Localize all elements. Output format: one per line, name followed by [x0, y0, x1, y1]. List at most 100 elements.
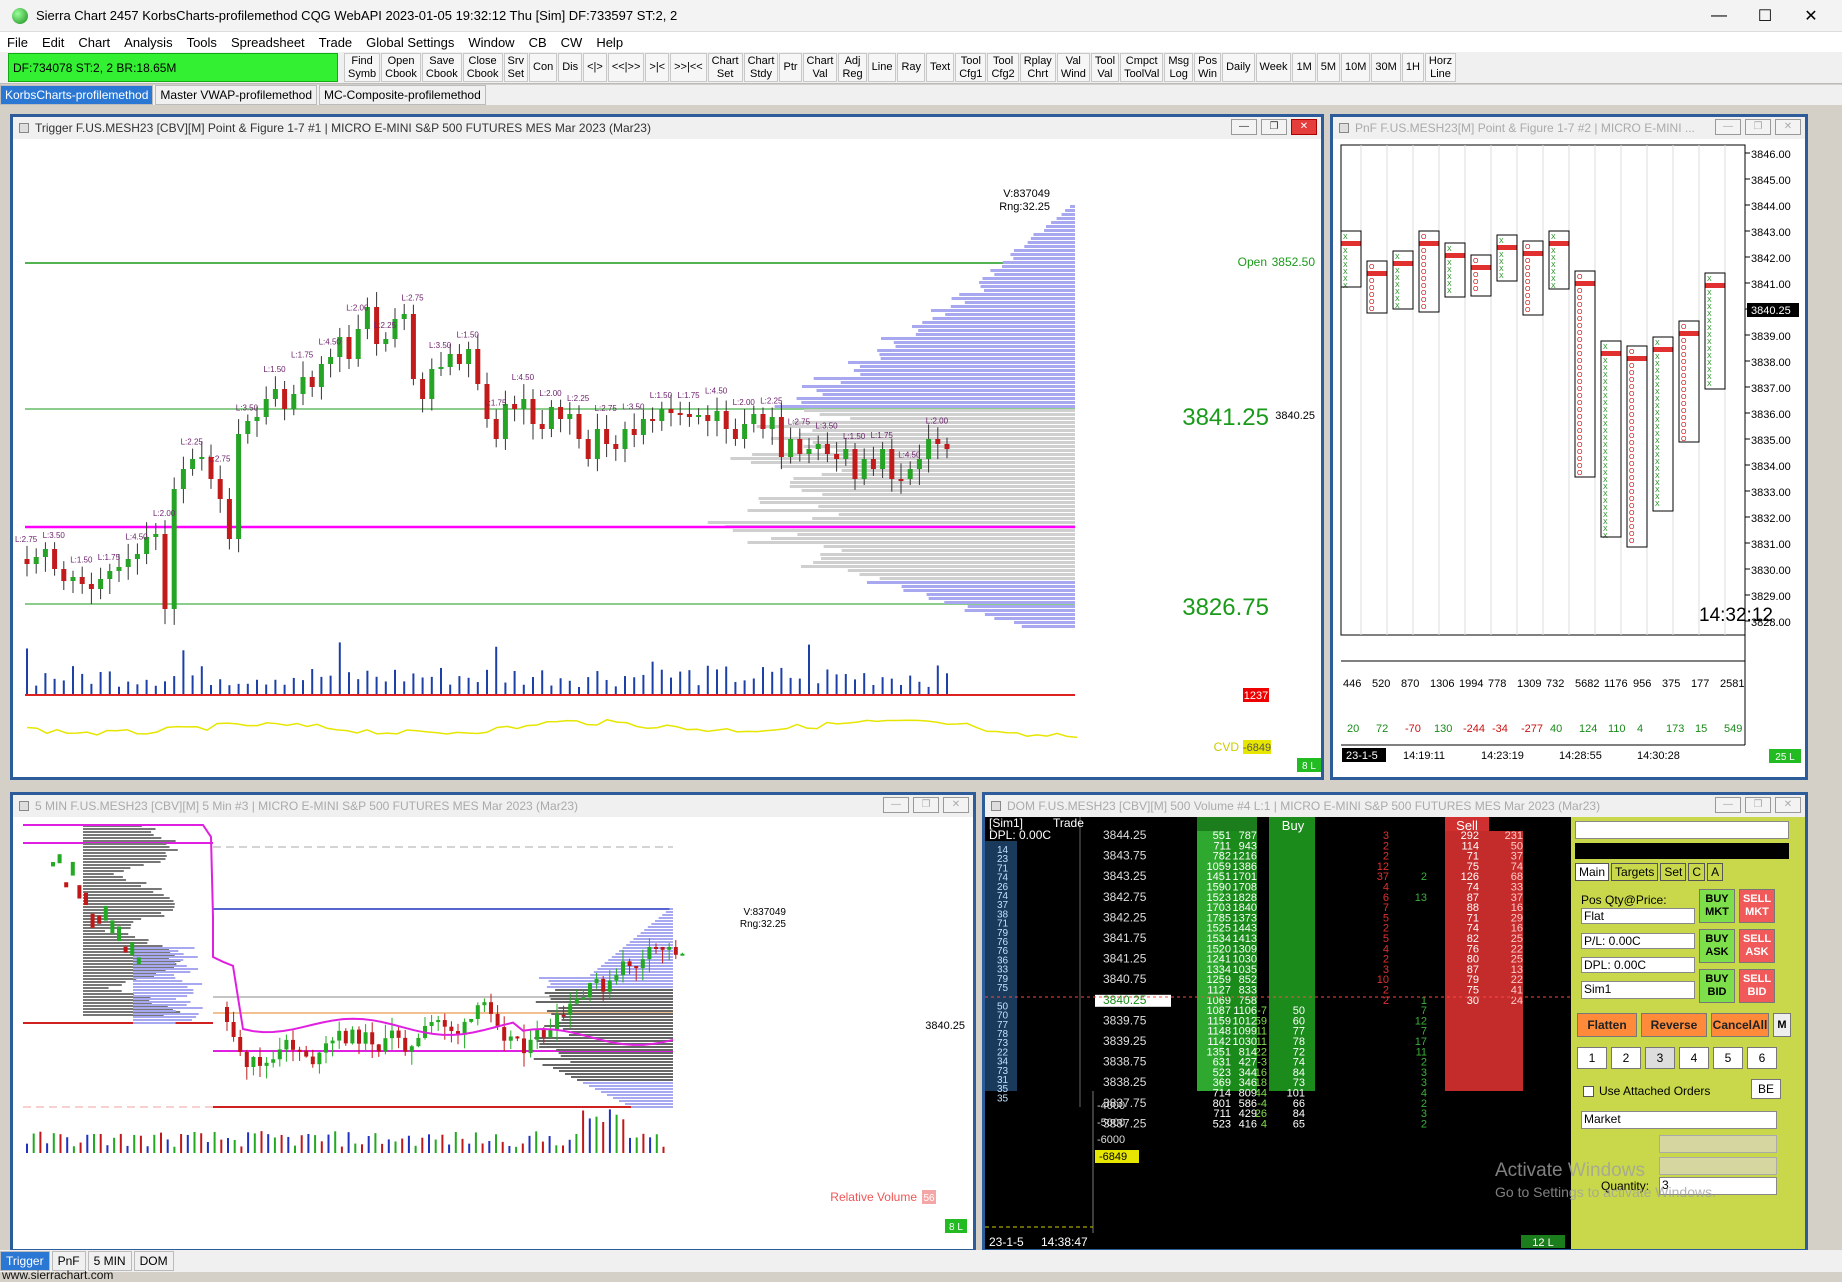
breakeven-button[interactable]: BE: [1751, 1079, 1781, 1099]
order-option-select-2[interactable]: [1659, 1157, 1777, 1175]
menu-chart[interactable]: Chart: [71, 35, 117, 50]
toolbar-button-pos-win[interactable]: Pos Win: [1194, 53, 1222, 82]
qty-preset-1[interactable]: 1: [1577, 1047, 1607, 1069]
toolbar-button-tool-cfg2[interactable]: Tool Cfg2: [987, 53, 1019, 82]
close-dom-button[interactable]: ✕: [1775, 797, 1801, 813]
toolbar-button-[interactable]: >>|<<: [670, 53, 707, 82]
buy-ask-button[interactable]: BUY ASK: [1699, 929, 1735, 963]
pnf-chart-caption[interactable]: PnF F.US.MESH23[M] Point & Figure 1-7 #2…: [1333, 117, 1805, 139]
trigger-chart-caption[interactable]: Trigger F.US.MESH23 [CBV][M] Point & Fig…: [13, 117, 1321, 139]
sell-market-button[interactable]: SELL MKT: [1739, 889, 1775, 923]
restore-pnf-button[interactable]: ❐: [1745, 119, 1771, 135]
symbol-dropdown[interactable]: [1575, 821, 1789, 839]
toolbar-button-adj-reg[interactable]: Adj Reg: [838, 53, 867, 82]
buy-bid-button[interactable]: BUY BID: [1699, 969, 1735, 1003]
menu-help[interactable]: Help: [589, 35, 630, 50]
sell-ask-button[interactable]: SELL ASK: [1739, 929, 1775, 963]
trade-tab-main[interactable]: Main: [1575, 863, 1610, 881]
toolbar-button-1m[interactable]: 1M: [1292, 53, 1316, 82]
sell-bid-button[interactable]: SELL BID: [1739, 969, 1775, 1003]
toolbar-button-daily[interactable]: Daily: [1222, 53, 1255, 82]
dom-caption[interactable]: DOM F.US.MESH23 [CBV][M] 500 Volume #4 L…: [985, 795, 1805, 817]
m-button[interactable]: M: [1773, 1013, 1791, 1037]
cancel-all-button[interactable]: CancelAll: [1711, 1013, 1769, 1037]
toolbar-button-week[interactable]: Week: [1255, 53, 1292, 82]
trigger-chart-window[interactable]: Trigger F.US.MESH23 [CBV][M] Point & Fig…: [10, 114, 1324, 780]
five-min-chart-window[interactable]: 5 MIN F.US.MESH23 [CBV][M] 5 Min #3 | MI…: [10, 792, 976, 1252]
trigger-chart-canvas[interactable]: L:2.75 L:3.50 L:1.50 L:1.75 L:4.50 L:2.00 L:2.…: [13, 139, 1321, 777]
toolbar-button-save-cbook[interactable]: Save Cbook: [421, 53, 462, 82]
qty-preset-4[interactable]: 4: [1679, 1047, 1709, 1069]
flatten-button[interactable]: Flatten: [1577, 1013, 1637, 1037]
toolbar-button-con[interactable]: Con: [529, 53, 558, 82]
chartbook-tab-korbscharts[interactable]: KorbsCharts-profilemethod: [0, 85, 154, 105]
minimize-pnf-button[interactable]: —: [1715, 119, 1741, 135]
toolbar-button-10m[interactable]: 10M: [1341, 53, 1371, 82]
restore-5min-button[interactable]: ❐: [913, 797, 939, 813]
close-button[interactable]: ✕: [1788, 0, 1834, 32]
toolbar-button-[interactable]: <|>: [583, 53, 607, 82]
reverse-button[interactable]: Reverse: [1641, 1013, 1707, 1037]
qty-preset-5[interactable]: 5: [1713, 1047, 1743, 1069]
toolbar-button-ray[interactable]: Ray: [897, 53, 925, 82]
chartbook-tab-master-vwap[interactable]: Master VWAP-profilemethod: [155, 85, 318, 105]
pnf-chart-window[interactable]: PnF F.US.MESH23[M] Point & Figure 1-7 #2…: [1330, 114, 1808, 780]
toolbar-button-find-symb[interactable]: Find Symb: [344, 53, 381, 82]
toolbar-button-horz-line[interactable]: Horz Line: [1424, 53, 1457, 82]
buy-market-button[interactable]: BUY MKT: [1699, 889, 1735, 923]
chartbook-tab-mc-composite[interactable]: MC-Composite-profilemethod: [319, 85, 486, 105]
minimize-dom-button[interactable]: —: [1715, 797, 1741, 813]
toolbar-button-open-cbook[interactable]: Open Cbook: [381, 53, 421, 82]
attached-orders-checkbox[interactable]: [1583, 1086, 1594, 1097]
close-5min-button[interactable]: ✕: [943, 797, 969, 813]
close-pnf-button[interactable]: ✕: [1775, 119, 1801, 135]
toolbar-button-ptr[interactable]: Ptr: [779, 53, 802, 82]
menu-cw[interactable]: CW: [554, 35, 590, 50]
minimize-5min-button[interactable]: —: [883, 797, 909, 813]
toolbar-button-1h[interactable]: 1H: [1401, 53, 1424, 82]
close-chart-button[interactable]: ✕: [1291, 119, 1317, 135]
minimize-button[interactable]: —: [1696, 0, 1742, 32]
toolbar-button-cmpct-toolval[interactable]: Cmpct ToolVal: [1120, 53, 1164, 82]
window-tab-dom[interactable]: DOM: [133, 1251, 174, 1271]
toolbar-button-30m[interactable]: 30M: [1371, 53, 1401, 82]
toolbar-button-chart-set[interactable]: Chart Set: [707, 53, 743, 82]
trade-tab-targets[interactable]: Targets: [1611, 863, 1659, 881]
five-min-caption[interactable]: 5 MIN F.US.MESH23 [CBV][M] 5 Min #3 | MI…: [13, 795, 973, 817]
toolbar-button-5m[interactable]: 5M: [1316, 53, 1341, 82]
toolbar-button-val-wind[interactable]: Val Wind: [1056, 53, 1090, 82]
dom-window[interactable]: DOM F.US.MESH23 [CBV][M] 500 Volume #4 L…: [982, 792, 1808, 1252]
pnf-chart-canvas[interactable]: XXXXXXXXOOOOOOOXXXXXXXXOOOOOOOOOOOXXXXXX…: [1333, 139, 1805, 777]
menu-window[interactable]: Window: [461, 35, 521, 50]
five-min-chart-canvas[interactable]: V:837049 Rng:32.25 3840.25 Relative Volu…: [13, 817, 973, 1249]
toolbar-button-tool-val[interactable]: Tool Val: [1090, 53, 1120, 82]
trade-tab-c[interactable]: C: [1688, 863, 1706, 881]
toolbar-button-dis[interactable]: Dis: [558, 53, 583, 82]
menu-global-settings[interactable]: Global Settings: [359, 35, 461, 50]
restore-chart-button[interactable]: ❐: [1261, 119, 1287, 135]
toolbar-button-[interactable]: >|<: [645, 53, 670, 82]
toolbar-button-rplay-chrt[interactable]: Rplay Chrt: [1019, 53, 1056, 82]
trade-tab-a[interactable]: A: [1707, 863, 1724, 881]
toolbar-button-tool-cfg1[interactable]: Tool Cfg1: [955, 53, 987, 82]
order-type-select[interactable]: Market: [1581, 1111, 1777, 1129]
trade-tab-set[interactable]: Set: [1660, 863, 1687, 881]
toolbar-button-line[interactable]: Line: [867, 53, 897, 82]
menu-cb[interactable]: CB: [522, 35, 554, 50]
toolbar-button-srv-set[interactable]: Srv Set: [503, 53, 529, 82]
toolbar-button-close-cbook[interactable]: Close Cbook: [462, 53, 503, 82]
menu-file[interactable]: File: [0, 35, 35, 50]
dom-ladder[interactable]: [Sim1] Trade DPL: 0.00C Buy Sell 3844.25…: [985, 817, 1571, 1249]
maximize-button[interactable]: ☐: [1742, 0, 1788, 32]
qty-preset-6[interactable]: 6: [1747, 1047, 1777, 1069]
toolbar-button-text[interactable]: Text: [926, 53, 955, 82]
menu-analysis[interactable]: Analysis: [117, 35, 179, 50]
menu-spreadsheet[interactable]: Spreadsheet: [224, 35, 312, 50]
restore-dom-button[interactable]: ❐: [1745, 797, 1771, 813]
toolbar-button-[interactable]: <<|>>: [607, 53, 645, 82]
qty-preset-3[interactable]: 3: [1645, 1047, 1675, 1069]
toolbar-button-chart-stdy[interactable]: Chart Stdy: [743, 53, 779, 82]
menu-trade[interactable]: Trade: [312, 35, 359, 50]
minimize-chart-button[interactable]: —: [1231, 119, 1257, 135]
account-select[interactable]: Sim1: [1581, 981, 1695, 999]
